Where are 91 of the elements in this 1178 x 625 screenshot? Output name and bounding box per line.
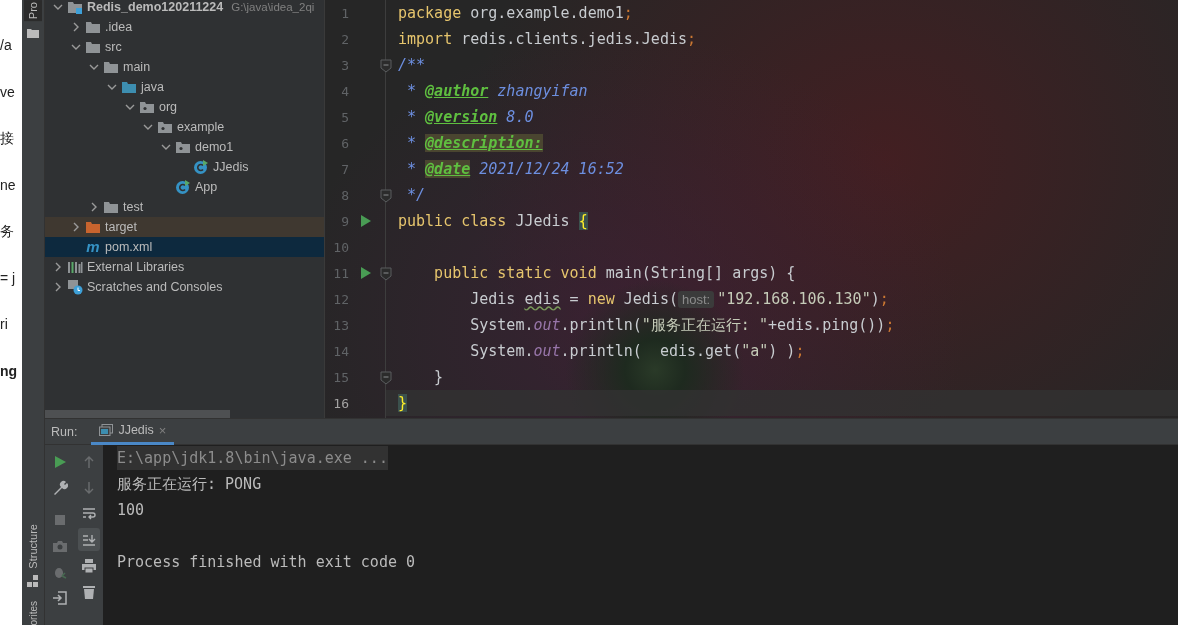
package-icon xyxy=(157,119,173,135)
tree-item[interactable]: App xyxy=(45,177,324,197)
line-number: 6 xyxy=(340,135,349,151)
code-line: Jedis edis = new Jedis( host: "192.168.106.130"); xyxy=(469,290,889,308)
line-number: 1 xyxy=(340,5,349,21)
tree-item[interactable]: JJedis xyxy=(45,157,324,177)
class-icon xyxy=(175,179,191,195)
folder-icon xyxy=(85,39,101,55)
print-icon xyxy=(80,557,97,574)
line-number: 16 xyxy=(332,395,349,411)
line-number: 4 xyxy=(340,83,349,99)
tree-item[interactable]: Scratches and Consoles xyxy=(45,277,324,297)
code-line: public class JJedis { xyxy=(398,212,588,230)
tree-item[interactable]: demo1 xyxy=(45,137,324,157)
folder-icon[interactable] xyxy=(27,27,39,40)
page-text-fragment: ve xyxy=(0,82,15,102)
tree-item[interactable]: java xyxy=(45,77,324,97)
page-text-fragment: /a xyxy=(0,36,12,55)
code-line: * @date 2021/12/24 16:52 xyxy=(406,160,624,178)
code-line: import redis.clients.jedis.Jedis; xyxy=(398,30,697,48)
code-line: */ xyxy=(406,186,426,204)
tree-item[interactable]: test xyxy=(45,197,324,217)
folder-icon xyxy=(103,199,119,215)
run-label: Run: xyxy=(51,424,78,439)
class-icon xyxy=(193,159,209,175)
structure-icon[interactable] xyxy=(27,574,39,587)
module-folder-icon xyxy=(67,0,83,15)
console-line: 100 xyxy=(117,500,145,521)
code-line: /** xyxy=(398,56,426,74)
line-number: 15 xyxy=(332,369,349,385)
line-number: 3 xyxy=(340,57,349,73)
folder-icon xyxy=(121,79,137,95)
line-number: 9 xyxy=(340,213,349,229)
console-line: 服务正在运行: PONG xyxy=(117,473,262,495)
structure-tab[interactable]: Structure xyxy=(27,523,39,569)
page-text-fragment: ng xyxy=(0,361,18,381)
code-line: package org.example.demo1; xyxy=(398,4,633,22)
folder-icon xyxy=(85,219,101,235)
code-line: } xyxy=(433,368,444,386)
scroll-to-end-button[interactable] xyxy=(77,528,100,551)
page-text-fragment: ne xyxy=(0,175,16,195)
package-icon xyxy=(139,99,155,115)
folder-icon xyxy=(103,59,119,75)
tree-item[interactable]: main xyxy=(45,57,324,77)
code-line: System.out.println("服务正在运行: "+edis.ping()); xyxy=(469,315,895,335)
project-path: G:\java\idea_2qi xyxy=(231,1,315,13)
line-number: 12 xyxy=(332,291,349,307)
exit-icon xyxy=(51,589,68,606)
tree-item[interactable]: Redis_demo120211224 G:\java\idea_2qi xyxy=(45,0,324,17)
tree-item[interactable]: External Libraries xyxy=(45,257,324,277)
chevron-down-icon[interactable] xyxy=(53,2,63,12)
console-command: E:\app\jdk1.8\bin\java.exe ... xyxy=(117,446,388,470)
scrollbar-thumb[interactable] xyxy=(45,410,230,418)
tree-item[interactable]: m pom.xml xyxy=(45,237,324,257)
soft-wrap-icon xyxy=(80,505,97,522)
project-tab[interactable]: Pro xyxy=(24,0,42,22)
page-text-fragment: 务 xyxy=(0,222,14,241)
console-icon xyxy=(99,424,114,436)
scratches-icon xyxy=(67,279,83,295)
libraries-icon xyxy=(67,259,83,275)
console-line: Process finished with exit code 0 xyxy=(117,552,415,573)
line-number: 14 xyxy=(332,343,349,359)
run-icon[interactable] xyxy=(360,266,372,280)
package-icon xyxy=(175,139,191,155)
line-number: 5 xyxy=(340,109,349,125)
tree-item[interactable]: org xyxy=(45,97,324,117)
line-number: 2 xyxy=(340,31,349,47)
tree-item[interactable]: .idea xyxy=(45,17,324,37)
line-number: 7 xyxy=(340,161,349,177)
chevron-right-icon[interactable] xyxy=(71,22,81,32)
line-number: 8 xyxy=(340,187,349,203)
folder-icon xyxy=(85,19,101,35)
tree-item[interactable]: src xyxy=(45,37,324,57)
code-line: * @author zhangyifan xyxy=(406,82,588,100)
line-number: 13 xyxy=(332,317,349,333)
code-line: * @description: xyxy=(406,134,543,152)
run-icon[interactable] xyxy=(360,214,372,228)
page-text-fragment: = j xyxy=(0,268,16,288)
trash-icon xyxy=(80,583,97,600)
code-line: System.out.println( edis.get("a") ); xyxy=(469,342,805,360)
line-number: 11 xyxy=(332,265,349,281)
tree-item[interactable]: target xyxy=(45,217,324,237)
page-text-fragment: ri xyxy=(0,315,8,334)
code-line: public static void main(String[] args) { xyxy=(433,264,796,282)
line-number: 10 xyxy=(332,239,349,255)
page-text-fragment: 接 xyxy=(0,129,14,148)
tree-item[interactable]: example xyxy=(45,117,324,137)
favorites-tab[interactable]: orites xyxy=(27,600,39,625)
code-line: * @version 8.0 xyxy=(406,108,534,126)
tab-label: JJedis xyxy=(118,423,154,437)
maven-icon: m xyxy=(85,239,101,255)
